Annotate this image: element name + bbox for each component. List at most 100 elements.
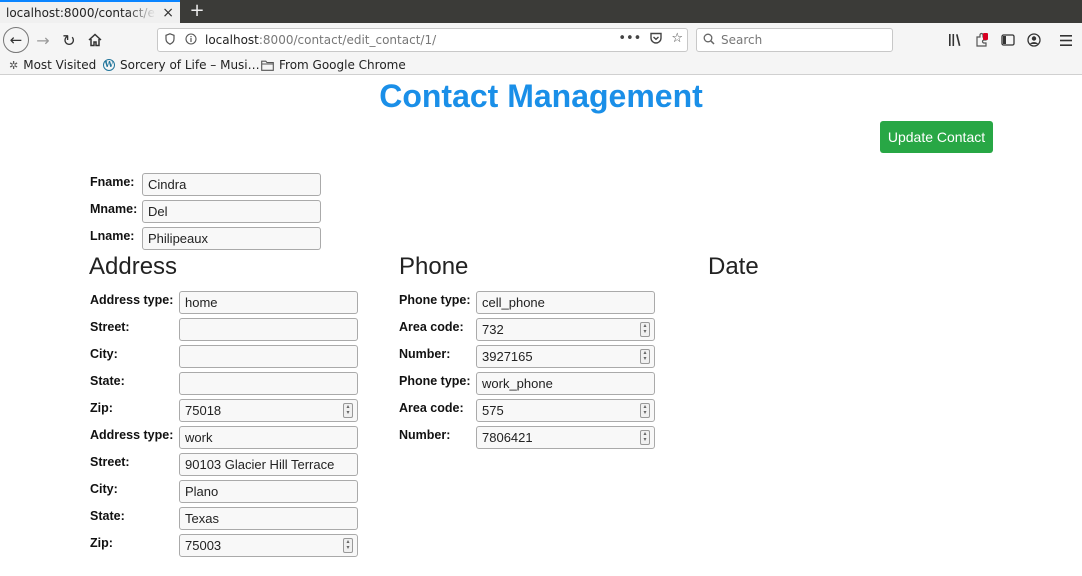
area-code-input[interactable]: 732 ▴ ▾ [476,318,655,341]
menu-button[interactable] [1055,28,1077,52]
street-value: 90103 Glacier Hill Terrace [185,457,335,472]
mname-input[interactable]: Del [142,200,321,223]
bookmark-label: From Google Chrome [279,58,406,72]
bookmark-label: Sorcery of Life – Musi… [120,58,260,72]
home-button[interactable] [83,28,107,52]
number-label: Number: [399,347,451,361]
zip-input[interactable]: 75003 ▴ ▾ [179,534,358,557]
area-code-label: Area code: [399,320,464,334]
mname-label: Mname: [90,202,138,216]
tab-title: localhost:8000/contact/edit_contact/1/ [6,5,156,20]
address-type-label: Address type: [90,293,174,307]
street-label: Street: [90,320,130,334]
area-code-label: Area code: [399,401,464,415]
number-value: 7806421 [482,430,533,445]
gear-icon: ✲ [9,58,19,72]
tab-active[interactable]: localhost:8000/contact/edit_contact/1/ × [0,0,180,23]
url-bar[interactable]: localhost:8000/contact/edit_contact/1/ •… [157,28,688,52]
state-value: Texas [185,511,219,526]
spinner-icon[interactable]: ▴ ▾ [640,403,650,418]
zip-input[interactable]: 75018 ▴ ▾ [179,399,358,422]
bookmark-most-visited[interactable]: ✲ Most Visited [9,56,96,74]
tab-strip: localhost:8000/contact/edit_contact/1/ ×… [0,0,1082,23]
home-icon [88,33,102,47]
account-button[interactable] [1023,28,1045,52]
phone-type-input[interactable]: cell_phone [476,291,655,314]
address-type-value: work [185,430,213,445]
area-code-input[interactable]: 575 ▴ ▾ [476,399,655,422]
page-actions-icon[interactable]: ••• [618,31,641,46]
area-code-value: 575 [482,403,504,418]
library-icon [949,34,961,46]
city-label: City: [90,347,118,361]
phone-type-label: Phone type: [399,374,471,388]
update-contact-button[interactable]: Update Contact [880,121,993,153]
url-text[interactable]: localhost:8000/contact/edit_contact/1/ [205,33,436,47]
bookmark-from-google-chrome[interactable]: From Google Chrome [261,56,406,74]
address-heading: Address [89,253,178,280]
lname-input[interactable]: Philipeaux [142,227,321,250]
zip-value: 75018 [185,403,222,418]
fname-value: Cindra [148,177,187,192]
spinner-icon[interactable]: ▴ ▾ [343,403,353,418]
arrow-right-icon: → [36,30,50,50]
sidebar-icon [1001,34,1015,46]
area-code-value: 732 [482,322,504,337]
library-button[interactable] [945,28,967,52]
address-type-input[interactable]: home [179,291,358,314]
zip-label: Zip: [90,536,113,550]
fname-label: Fname: [90,175,135,189]
new-tab-button[interactable]: + [187,0,207,23]
number-input[interactable]: 3927165 ▴ ▾ [476,345,655,368]
number-value: 3927165 [482,349,533,364]
street-label: Street: [90,455,130,469]
page-title: Contact Management [379,78,703,114]
phone-type-input[interactable]: work_phone [476,372,655,395]
pocket-icon[interactable] [649,31,663,45]
forward-button[interactable]: → [31,28,55,52]
info-icon[interactable] [182,32,200,48]
url-path: :8000/contact/edit_contact/1/ [258,33,437,47]
search-icon [703,33,715,48]
page-content: Contact Management Update Contact Fname:… [0,76,1082,576]
extension-button[interactable] [971,28,993,52]
phone-type-label: Phone type: [399,293,471,307]
spinner-icon[interactable]: ▴ ▾ [640,349,650,364]
bookmark-label: Most Visited [23,58,97,72]
spinner-icon[interactable]: ▴ ▾ [343,538,353,553]
address-type-input[interactable]: work [179,426,358,449]
spinner-icon[interactable]: ▴ ▾ [640,322,650,337]
address-type-value: home [185,295,218,310]
close-icon[interactable]: × [162,5,174,21]
state-input[interactable]: Texas [179,507,358,530]
street-input[interactable]: 90103 Glacier Hill Terrace [179,453,358,476]
phone-type-value: cell_phone [482,295,545,310]
street-input[interactable] [179,318,358,341]
number-input[interactable]: 7806421 ▴ ▾ [476,426,655,449]
address-type-label: Address type: [90,428,174,442]
hamburger-menu-icon [1060,34,1072,46]
arrow-left-icon: ← [9,31,23,49]
reload-button[interactable]: ↻ [57,28,81,52]
date-heading: Date [708,253,759,280]
spinner-icon[interactable]: ▴ ▾ [640,430,650,445]
city-input[interactable]: Plano [179,480,358,503]
sidebar-button[interactable] [997,28,1019,52]
lname-value: Philipeaux [148,231,208,246]
bookmark-star-icon[interactable]: ☆ [671,31,683,46]
city-label: City: [90,482,118,496]
back-button[interactable]: ← [3,27,29,53]
fname-input[interactable]: Cindra [142,173,321,196]
reload-icon: ↻ [62,30,76,50]
shield-icon[interactable] [161,32,179,48]
navigation-toolbar: ← → ↻ localhost:8000/contact/edit_contac… [0,23,1082,56]
lname-label: Lname: [90,229,135,243]
bookmark-sorcery-of-life[interactable]: W Sorcery of Life – Musi… [103,56,260,74]
city-value: Plano [185,484,219,499]
search-bar[interactable]: Search [696,28,893,52]
folder-icon [261,60,274,71]
account-icon [1027,33,1041,47]
state-input[interactable] [179,372,358,395]
city-input[interactable] [179,345,358,368]
mname-value: Del [148,204,168,219]
